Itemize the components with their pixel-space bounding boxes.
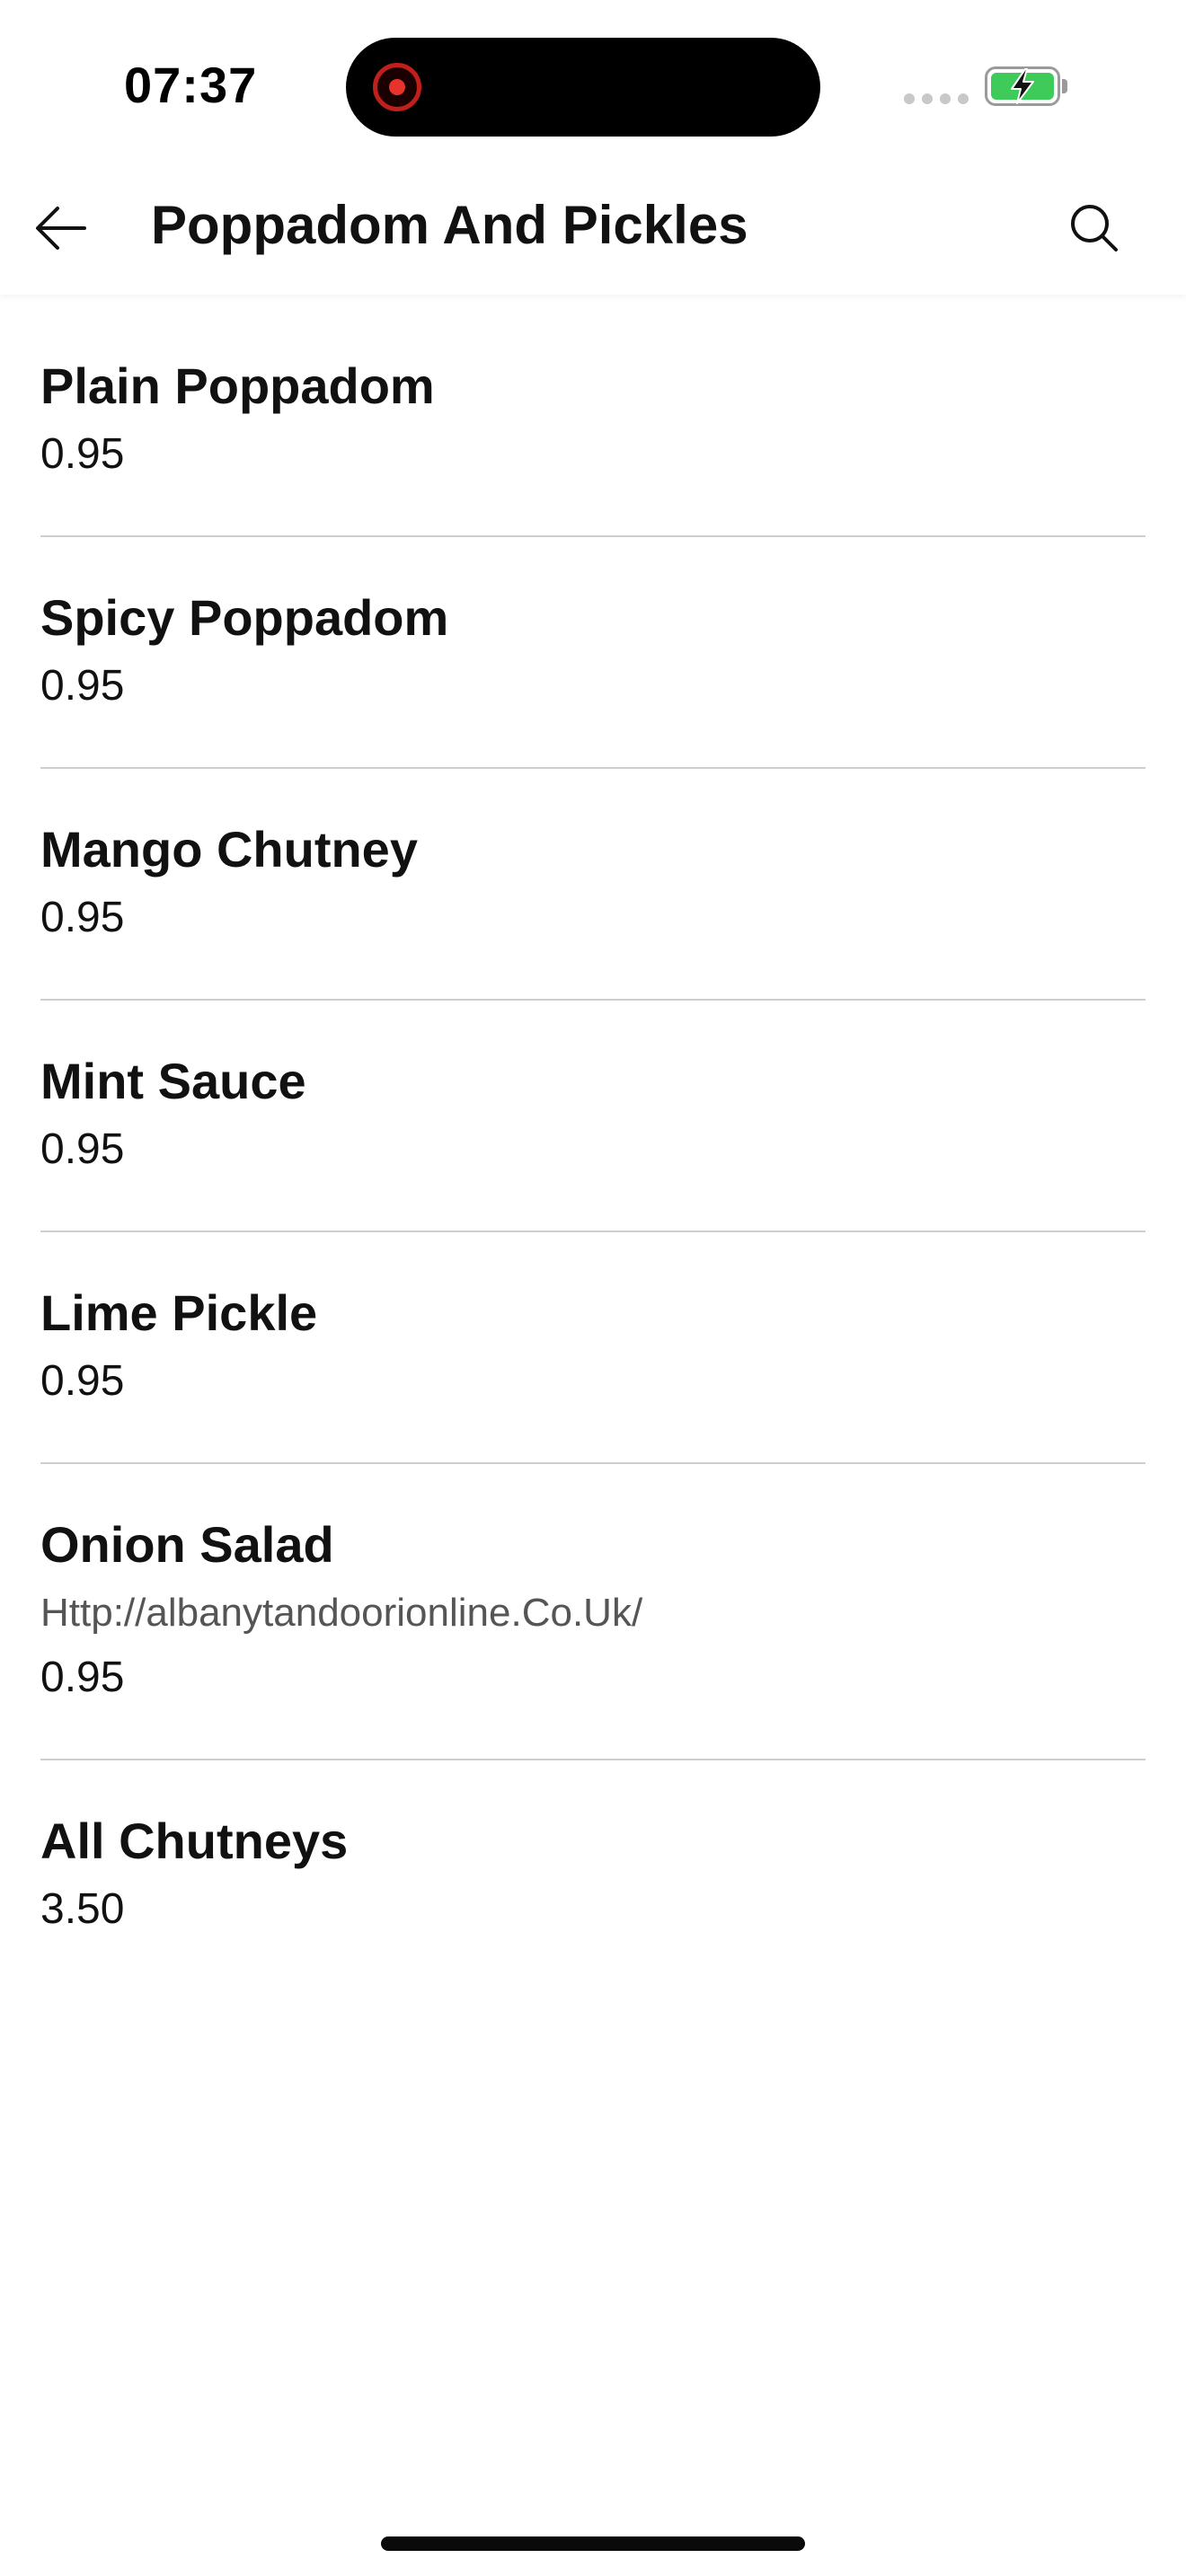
item-name: Plain Poppadom: [40, 357, 435, 414]
item-price: 0.95: [40, 1357, 125, 1405]
page-title: Poppadom And Pickles: [151, 195, 748, 255]
item-name: Lime Pickle: [40, 1284, 318, 1341]
item-description: Http://albanytandoorionline.Co.Uk/: [40, 1591, 643, 1635]
list-item[interactable]: Plain Poppadom 0.95: [40, 305, 1146, 537]
list-item[interactable]: Mint Sauce 0.95: [40, 1001, 1146, 1232]
item-price: 0.95: [40, 662, 125, 710]
item-price: 0.95: [40, 894, 125, 941]
battery-charging-icon: [985, 66, 1067, 106]
item-name: Spicy Poppadom: [40, 589, 449, 646]
app-bar: Poppadom And Pickles: [0, 162, 1186, 295]
back-button[interactable]: [27, 194, 95, 262]
list-item[interactable]: Spicy Poppadom 0.95: [40, 537, 1146, 769]
item-price: 0.95: [40, 1125, 125, 1173]
item-price: 0.95: [40, 430, 125, 478]
status-bar: 07:37: [0, 0, 1186, 162]
dynamic-island: [346, 38, 820, 137]
item-name: Onion Salad: [40, 1516, 334, 1573]
list-item[interactable]: Mango Chutney 0.95: [40, 769, 1146, 1001]
screen-recording-icon: [373, 63, 421, 111]
screen: 07:37 Poppadom And Pickles Plain Poppado…: [0, 0, 1186, 2576]
status-time: 07:37: [124, 57, 258, 113]
menu-list: Plain Poppadom 0.95 Spicy Poppadom 0.95 …: [0, 305, 1186, 1990]
item-name: All Chutneys: [40, 1813, 349, 1869]
home-indicator[interactable]: [381, 2536, 805, 2551]
item-name: Mint Sauce: [40, 1053, 306, 1109]
item-price: 3.50: [40, 1885, 125, 1933]
item-price: 0.95: [40, 1654, 125, 1701]
arrow-left-icon: [36, 207, 86, 250]
list-item[interactable]: All Chutneys 3.50: [40, 1760, 1146, 1990]
search-button[interactable]: [1060, 194, 1128, 262]
signal-icon: [904, 93, 969, 104]
list-item[interactable]: Lime Pickle 0.95: [40, 1232, 1146, 1464]
item-name: Mango Chutney: [40, 821, 418, 878]
search-icon: [1071, 205, 1118, 251]
list-item[interactable]: Onion Salad Http://albanytandoorionline.…: [40, 1464, 1146, 1760]
